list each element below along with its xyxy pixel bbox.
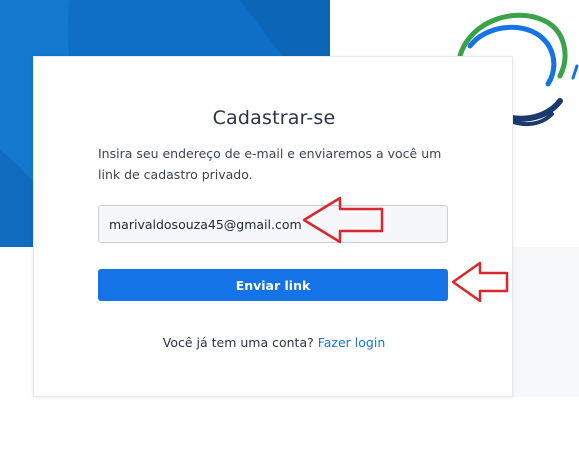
login-prompt: Você já tem uma conta? Fazer login <box>34 335 514 350</box>
signup-title: Cadastrar-se <box>212 107 336 129</box>
annotation-arrow-icon <box>302 196 384 244</box>
login-link[interactable]: Fazer login <box>318 335 386 350</box>
signup-description: Insira seu endereço de e-mail e enviarem… <box>98 146 442 182</box>
email-input[interactable] <box>98 205 448 243</box>
login-prompt-text: Você já tem uma conta? <box>162 335 314 350</box>
send-link-button[interactable]: Enviar link <box>98 269 448 301</box>
annotation-arrow-icon <box>451 261 509 303</box>
signup-card: Cadastrar-se Insira seu endereço de e-ma… <box>33 56 513 397</box>
